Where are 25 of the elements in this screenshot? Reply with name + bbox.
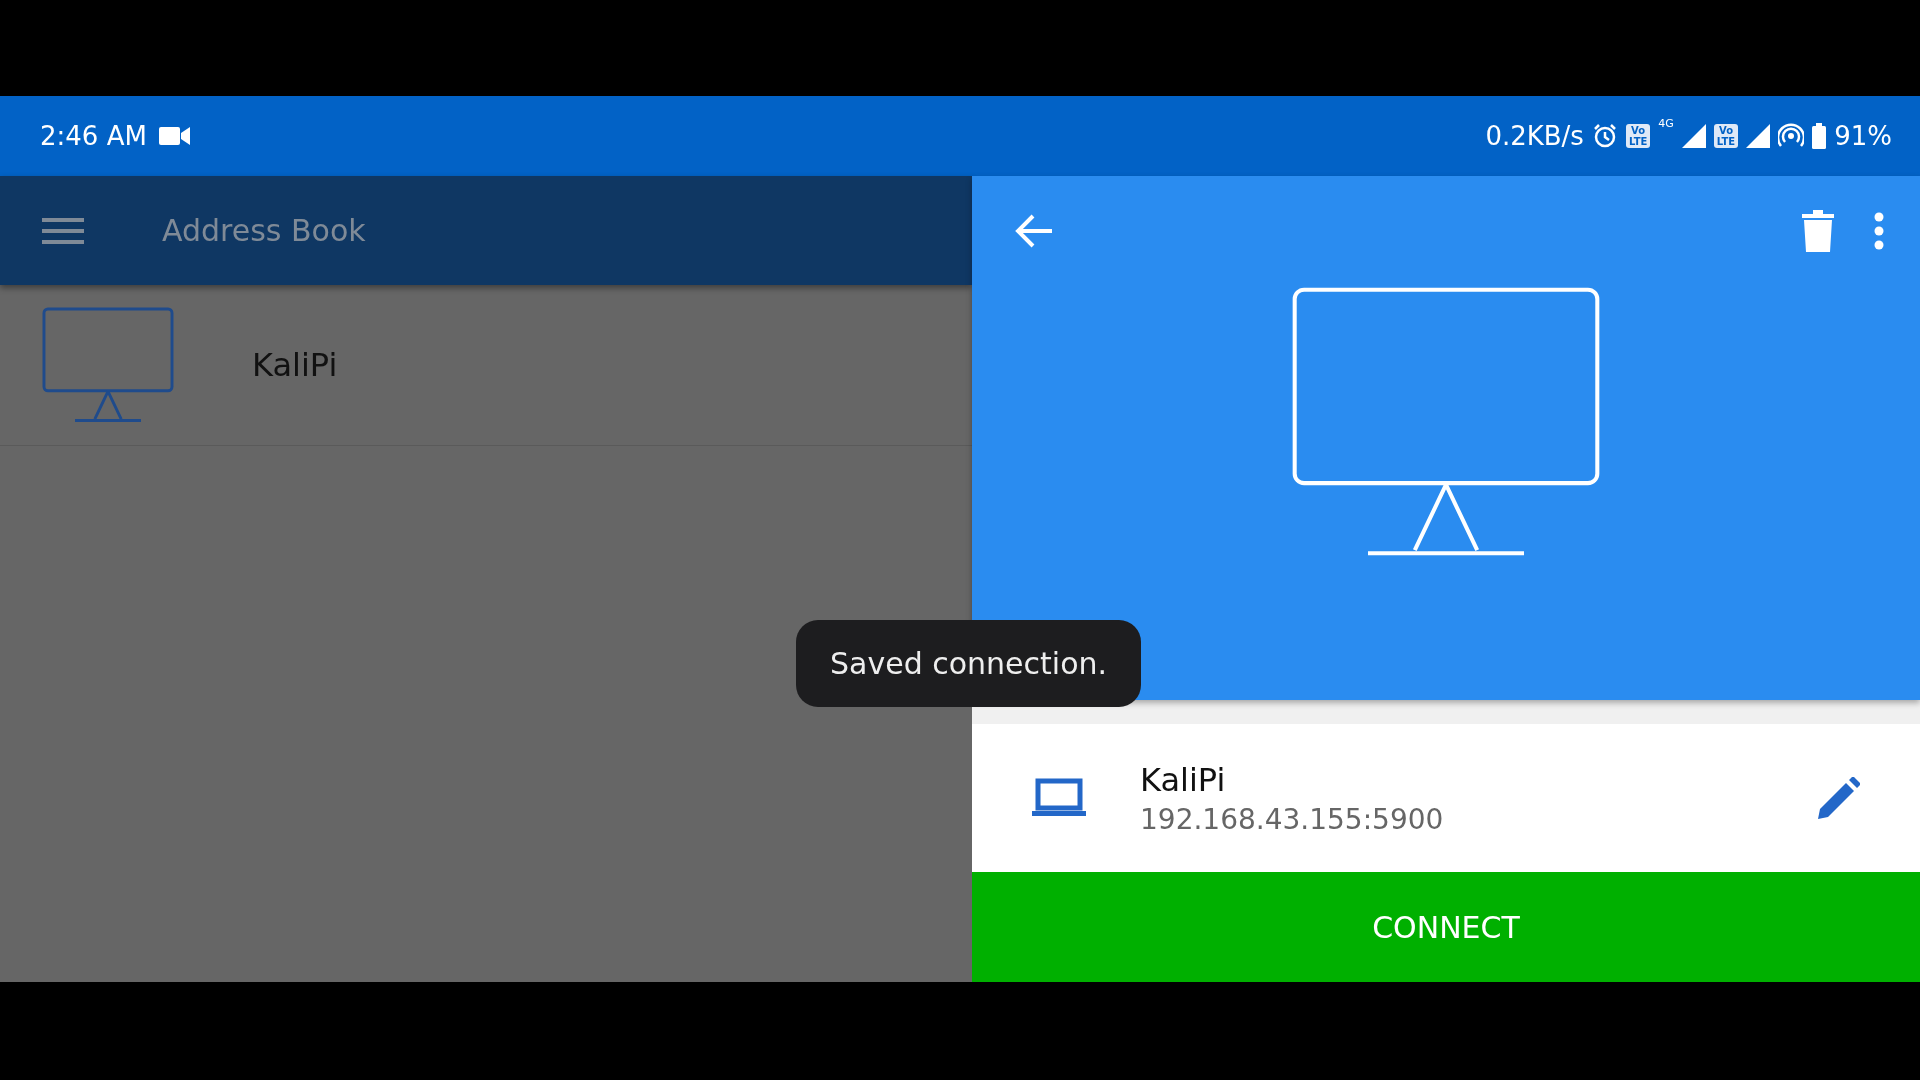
battery-icon (1812, 123, 1827, 149)
signal-icon (1746, 124, 1771, 148)
network-speed: 0.2KB/s (1485, 121, 1584, 151)
edit-icon[interactable] (1818, 777, 1860, 819)
battery-percent: 91% (1834, 121, 1892, 151)
menu-icon[interactable] (42, 216, 84, 245)
back-icon[interactable] (1014, 212, 1054, 249)
connection-name: KaliPi (1140, 760, 1227, 799)
connection-list-item[interactable]: KaliPi (0, 285, 972, 446)
status-time: 2:46 AM (40, 121, 147, 151)
connection-name: KaliPi (252, 346, 338, 384)
toast-message: Saved connection. (796, 620, 1142, 707)
delete-icon[interactable] (1802, 209, 1834, 252)
hotspot-icon (1778, 123, 1805, 149)
monitor-icon (42, 306, 174, 424)
laptop-icon (1032, 778, 1086, 818)
signal-icon (1681, 124, 1706, 148)
volte-badge: Vo LTE (1625, 124, 1651, 148)
connect-button[interactable]: CONNECT (972, 872, 1920, 982)
video-camera-icon (158, 126, 191, 146)
volte-badge: Vo LTE (1713, 124, 1739, 148)
connection-address: 192.168.43.155:5900 (1140, 802, 1445, 836)
app-title: Address Book (162, 213, 366, 248)
more-options-icon[interactable] (1874, 211, 1884, 250)
network-type: 4G (1658, 117, 1674, 130)
